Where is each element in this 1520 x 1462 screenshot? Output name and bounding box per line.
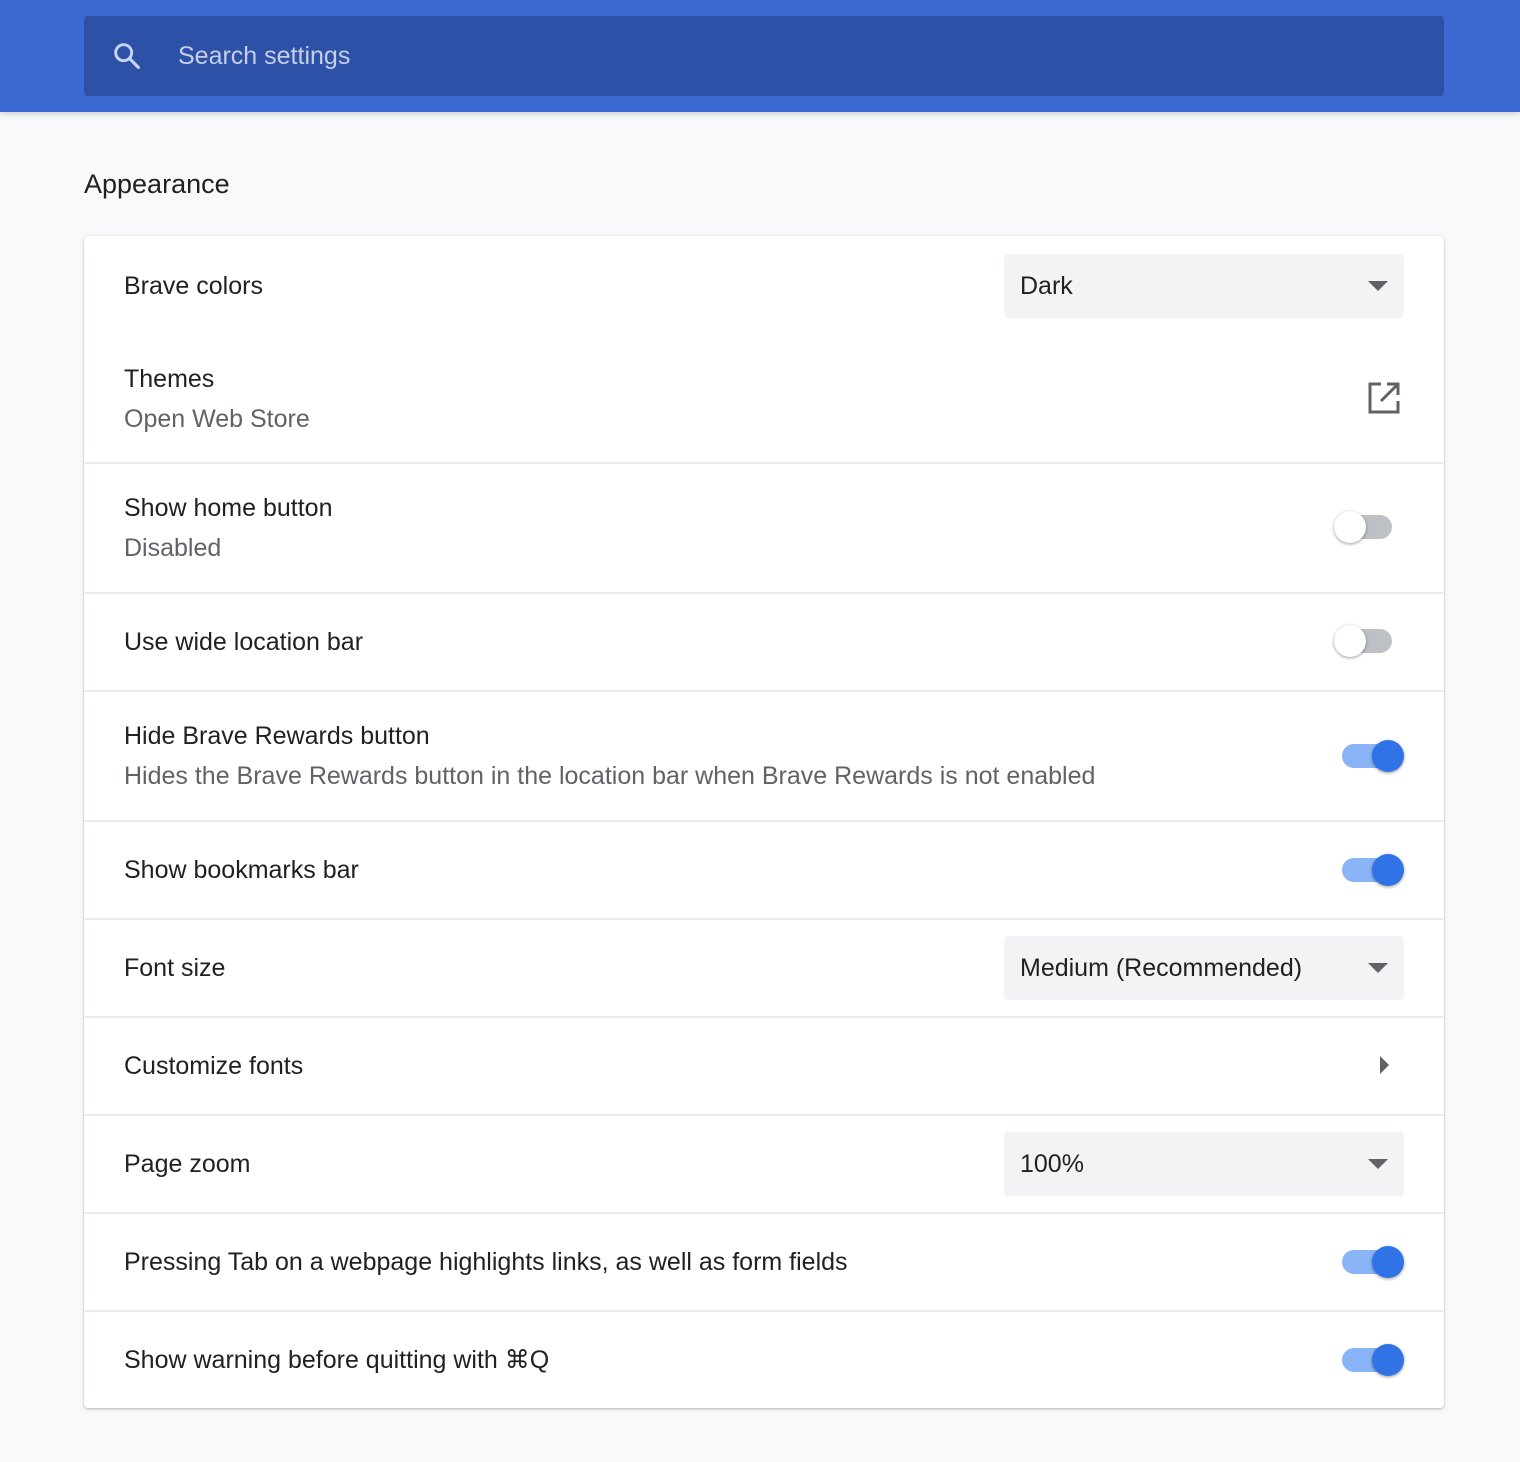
page-zoom-value: 100% (1020, 1149, 1084, 1178)
font-size-value: Medium (Recommended) (1020, 953, 1303, 982)
row-show-bookmarks-bar: Show bookmarks bar (84, 820, 1444, 918)
font-size-label: Font size (124, 954, 226, 982)
row-brave-colors: Brave colors Dark (84, 236, 1444, 336)
show-home-button-sublabel: Disabled (124, 534, 222, 562)
row-hide-rewards-button: Hide Brave Rewards button Hides the Brav… (84, 690, 1444, 820)
show-home-button-label: Show home button (124, 494, 333, 522)
quit-warning-toggle[interactable] (1336, 1340, 1404, 1380)
row-show-home-button: Show home button Disabled (84, 462, 1444, 592)
section-title: Appearance (84, 169, 230, 199)
row-font-size: Font size Medium (Recommended) (84, 918, 1444, 1016)
row-page-zoom: Page zoom 100% (84, 1114, 1444, 1212)
dropdown-arrow-icon (1368, 963, 1388, 973)
wide-location-bar-toggle[interactable] (1334, 621, 1402, 661)
row-tab-highlights: Pressing Tab on a webpage highlights lin… (84, 1212, 1444, 1310)
customize-fonts-label: Customize fonts (124, 1052, 304, 1080)
tab-highlights-label: Pressing Tab on a webpage highlights lin… (124, 1248, 848, 1276)
show-bookmarks-bar-label: Show bookmarks bar (124, 856, 359, 884)
font-size-select[interactable]: Medium (Recommended) (1004, 936, 1404, 1000)
search-box[interactable] (84, 16, 1444, 96)
open-in-new-icon[interactable] (1366, 380, 1402, 416)
row-customize-fonts[interactable]: Customize fonts (84, 1016, 1444, 1114)
row-wide-location-bar: Use wide location bar (84, 592, 1444, 690)
dropdown-arrow-icon (1368, 1159, 1388, 1169)
hide-rewards-button-toggle[interactable] (1336, 736, 1404, 776)
row-themes[interactable]: Themes Open Web Store (84, 336, 1444, 462)
brave-colors-label: Brave colors (124, 272, 263, 300)
quit-warning-label: Show warning before quitting with ⌘Q (124, 1346, 550, 1374)
themes-sublabel: Open Web Store (124, 405, 310, 433)
themes-label: Themes (124, 365, 215, 393)
chevron-right-icon[interactable] (1380, 1056, 1389, 1074)
settings-header (0, 0, 1520, 112)
wide-location-bar-label: Use wide location bar (124, 628, 364, 656)
hide-rewards-button-sublabel: Hides the Brave Rewards button in the lo… (124, 762, 1096, 790)
page-zoom-label: Page zoom (124, 1150, 251, 1178)
appearance-card: Brave colors Dark Themes Open Web Store … (84, 236, 1444, 1408)
dropdown-arrow-icon (1368, 281, 1388, 291)
hide-rewards-button-label: Hide Brave Rewards button (124, 722, 430, 750)
search-icon[interactable] (110, 39, 144, 73)
brave-colors-value: Dark (1020, 271, 1073, 300)
show-bookmarks-bar-toggle[interactable] (1336, 850, 1404, 890)
search-input[interactable] (176, 25, 1444, 87)
row-quit-warning: Show warning before quitting with ⌘Q (84, 1310, 1444, 1408)
brave-colors-select[interactable]: Dark (1004, 254, 1404, 318)
tab-highlights-toggle[interactable] (1336, 1242, 1404, 1282)
page-zoom-select[interactable]: 100% (1004, 1132, 1404, 1196)
show-home-button-toggle[interactable] (1334, 507, 1402, 547)
